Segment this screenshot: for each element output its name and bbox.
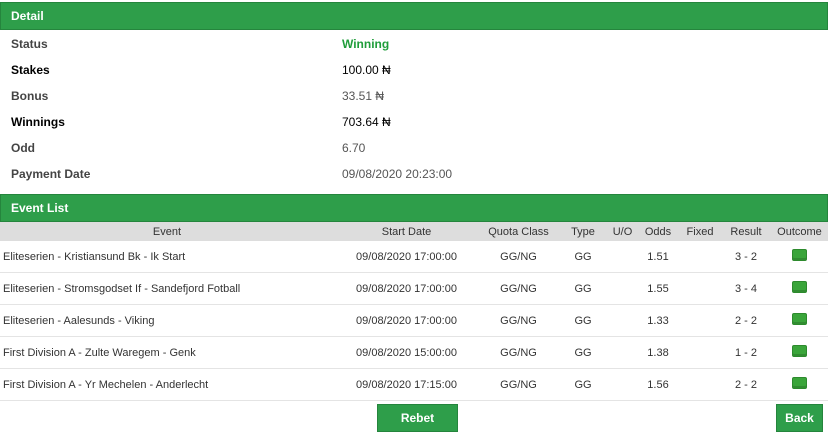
detail-row-odd: Odd 6.70 — [0, 135, 828, 161]
col-quota-class: Quota Class — [479, 222, 558, 241]
bet-type: GG — [558, 304, 608, 337]
start-date: 09/08/2020 17:00:00 — [334, 304, 479, 337]
outcome-won-icon — [792, 377, 807, 389]
event-name: Eliteserien - Aalesunds - Viking — [0, 304, 334, 337]
odds: 1.38 — [637, 336, 679, 369]
event-name: Eliteserien - Stromsgodset If - Sandefjo… — [0, 272, 334, 305]
fixed — [679, 368, 721, 401]
result: 1 - 2 — [721, 336, 771, 369]
bet-type: GG — [558, 368, 608, 401]
outcome-won-icon — [792, 249, 807, 261]
payment-date-label: Payment Date — [11, 167, 91, 181]
event-table: Event Start Date Quota Class Type U/O Od… — [0, 222, 828, 401]
start-date: 09/08/2020 17:15:00 — [334, 368, 479, 401]
winnings-label: Winnings — [11, 115, 65, 129]
start-date: 09/08/2020 17:00:00 — [334, 241, 479, 273]
outcome-won-icon — [792, 281, 807, 293]
quota-class: GG/NG — [479, 241, 558, 273]
outcome-won-icon — [792, 313, 807, 325]
result: 3 - 4 — [721, 272, 771, 305]
start-date: 09/08/2020 15:00:00 — [334, 336, 479, 369]
table-row: Eliteserien - Kristiansund Bk - Ik Start… — [0, 241, 828, 273]
back-button[interactable]: Back — [776, 404, 823, 432]
outcome-cell — [771, 304, 828, 337]
table-row: First Division A - Zulte Waregem - Genk … — [0, 336, 828, 369]
bonus-value: 33.51 ₦ — [342, 89, 385, 103]
event-name: First Division A - Yr Mechelen - Anderle… — [0, 368, 334, 401]
col-uo: U/O — [608, 222, 637, 241]
col-odds: Odds — [637, 222, 679, 241]
event-name: Eliteserien - Kristiansund Bk - Ik Start — [0, 241, 334, 273]
detail-row-winnings: Winnings 703.64 ₦ — [0, 109, 828, 135]
odd-value: 6.70 — [342, 141, 366, 155]
quota-class: GG/NG — [479, 336, 558, 369]
quota-class: GG/NG — [479, 368, 558, 401]
table-row: Eliteserien - Stromsgodset If - Sandefjo… — [0, 272, 828, 305]
result: 2 - 2 — [721, 368, 771, 401]
col-fixed: Fixed — [679, 222, 721, 241]
under-over — [608, 272, 637, 305]
result: 2 - 2 — [721, 304, 771, 337]
col-type: Type — [558, 222, 608, 241]
start-date: 09/08/2020 17:00:00 — [334, 272, 479, 305]
table-row: Eliteserien - Aalesunds - Viking 09/08/2… — [0, 304, 828, 337]
bonus-label: Bonus — [11, 89, 49, 103]
fixed — [679, 272, 721, 305]
under-over — [608, 336, 637, 369]
odds: 1.33 — [637, 304, 679, 337]
outcome-cell — [771, 241, 828, 273]
rebet-button[interactable]: Rebet — [377, 404, 458, 432]
odds: 1.56 — [637, 368, 679, 401]
under-over — [608, 304, 637, 337]
odds: 1.51 — [637, 241, 679, 273]
detail-header: Detail — [0, 2, 828, 30]
odd-label: Odd — [11, 141, 35, 155]
winnings-value: 703.64 ₦ — [342, 115, 391, 129]
under-over — [608, 241, 637, 273]
outcome-cell — [771, 272, 828, 305]
outcome-won-icon — [792, 345, 807, 357]
quota-class: GG/NG — [479, 272, 558, 305]
outcome-cell — [771, 336, 828, 369]
fixed — [679, 336, 721, 369]
fixed — [679, 241, 721, 273]
fixed — [679, 304, 721, 337]
odds: 1.55 — [637, 272, 679, 305]
col-result: Result — [721, 222, 771, 241]
quota-class: GG/NG — [479, 304, 558, 337]
col-start-date: Start Date — [334, 222, 479, 241]
table-header-row: Event Start Date Quota Class Type U/O Od… — [0, 222, 828, 241]
detail-row-bonus: Bonus 33.51 ₦ — [0, 83, 828, 109]
table-row: First Division A - Yr Mechelen - Anderle… — [0, 368, 828, 401]
event-name: First Division A - Zulte Waregem - Genk — [0, 336, 334, 369]
stakes-value: 100.00 ₦ — [342, 63, 391, 77]
detail-row-stakes: Stakes 100.00 ₦ — [0, 57, 828, 83]
event-list-header: Event List — [0, 194, 828, 222]
under-over — [608, 368, 637, 401]
col-outcome: Outcome — [771, 222, 828, 241]
status-label: Status — [11, 37, 48, 51]
outcome-cell — [771, 368, 828, 401]
bet-type: GG — [558, 336, 608, 369]
status-value: Winning — [342, 37, 390, 51]
bet-type: GG — [558, 241, 608, 273]
result: 3 - 2 — [721, 241, 771, 273]
payment-date-value: 09/08/2020 20:23:00 — [342, 167, 453, 181]
bet-type: GG — [558, 272, 608, 305]
detail-row-payment-date: Payment Date 09/08/2020 20:23:00 — [0, 161, 828, 187]
col-event: Event — [0, 222, 334, 241]
detail-row-status: Status Winning — [0, 31, 828, 57]
stakes-label: Stakes — [11, 63, 50, 77]
